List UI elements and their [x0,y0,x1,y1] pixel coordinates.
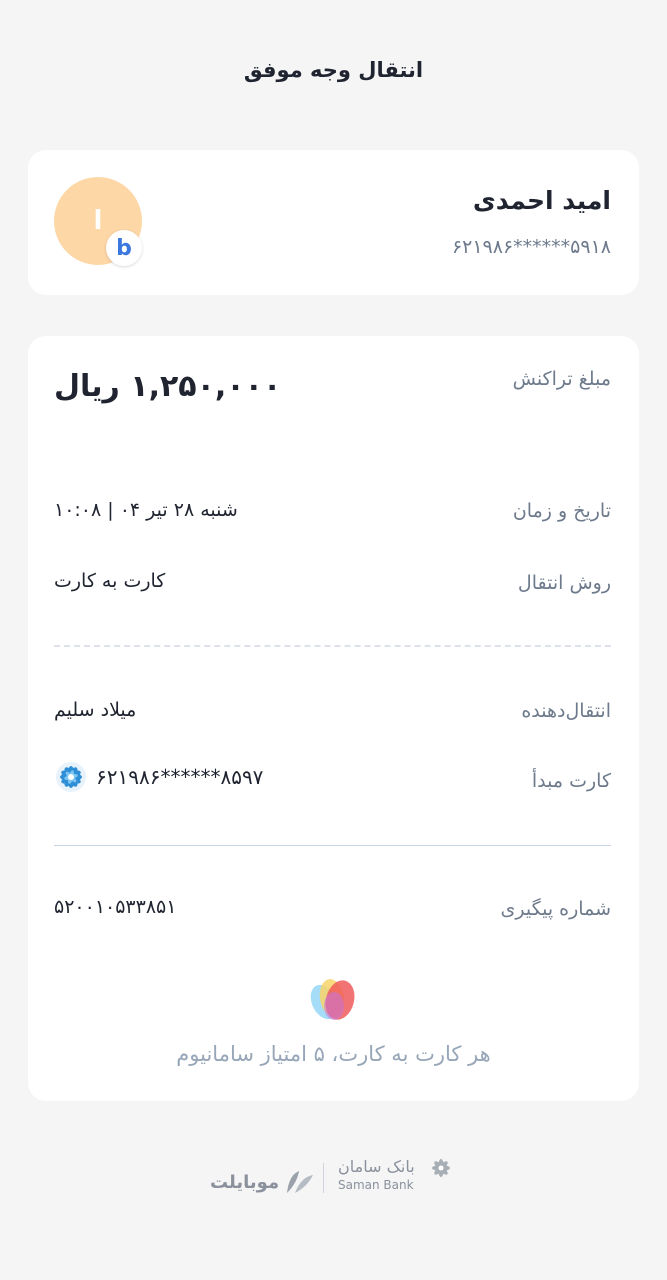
solid-divider [54,845,611,846]
saman-bank-name-en: Saman Bank [338,1178,414,1192]
page-title: انتقال وجه موفق [243,58,424,82]
samanium-logo-icon [310,979,355,1020]
datetime-label: تاریخ و زمان [512,500,611,522]
mobilet-logo: موبایلت [210,1167,317,1197]
recipient-name: امید احمدی [472,186,611,215]
footer: موبایلت بانک سامان Saman Bank [0,1155,667,1205]
tracking-value[interactable]: ۵۲۰۰۱۰۵۳۳۸۵۱ [54,896,176,918]
recipient-card: ا b امید احمدی ۶۲۱۹۸۶******۵۹۱۸ [28,150,639,295]
source-card-value: ۶۲۱۹۸۶******۸۵۹۷ [96,765,264,789]
method-label: روش انتقال [517,572,611,594]
datetime-value: شنبه ۲۸ تیر ۰۴ | ۱۰:۰۸ [54,499,238,521]
method-value: کارت به کارت [54,570,166,592]
recipient-card-number: ۶۲۱۹۸۶******۵۹۱۸ [451,236,611,258]
mobilet-name: موبایلت [210,1171,280,1193]
dashed-divider [54,645,611,647]
bank-badge-letter: b [116,235,132,261]
promo-text[interactable]: هر کارت به کارت، ۵ امتیاز سامانیوم [28,1042,639,1066]
source-card-label: کارت مبدأ [531,770,611,792]
avatar-initial: ا [93,206,103,236]
tracking-label: شماره پیگیری [500,898,611,920]
amount-label: مبلغ تراکنش [512,368,611,390]
mobilet-leaf-icon [287,1171,314,1193]
footer-divider [323,1163,324,1193]
transaction-details-card: مبلغ تراکنش ۱,۲۵۰,۰۰۰ ریال تاریخ و زمان … [28,336,639,1101]
source-card-row: ۶۲۱۹۸۶******۸۵۹۷ [54,760,263,794]
sender-label: انتقال‌دهنده [521,700,611,722]
saman-bank-name-fa: بانک سامان [338,1157,415,1176]
bank-badge-icon: b [106,230,142,266]
saman-bank-logo-icon [56,762,86,792]
saman-flower-icon [432,1159,450,1177]
sender-value: میلاد سلیم [54,699,137,721]
saman-bank-logo: بانک سامان Saman Bank [338,1157,415,1192]
amount-value: ۱,۲۵۰,۰۰۰ ریال [54,369,282,404]
